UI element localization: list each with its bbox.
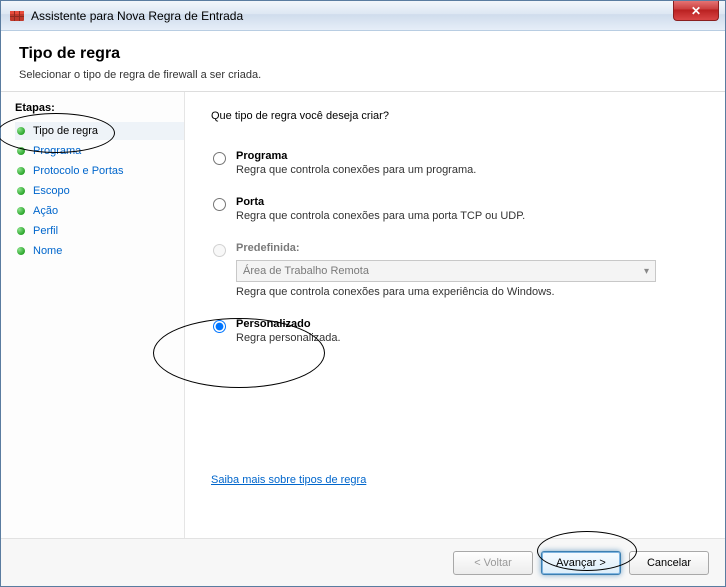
step-label: Tipo de regra (33, 125, 98, 137)
option-title: Programa (236, 150, 705, 162)
radio-predefined[interactable] (213, 244, 226, 257)
close-button[interactable]: ✕ (673, 1, 719, 21)
step-label: Escopo (33, 185, 70, 197)
option-desc: Regra que controla conexões para uma exp… (236, 286, 705, 298)
firewall-icon (9, 8, 25, 24)
step-label: Protocolo e Portas (33, 165, 124, 177)
bullet-icon (17, 187, 25, 195)
back-button: < Voltar (453, 551, 533, 575)
option-desc: Regra que controla conexões para um prog… (236, 164, 705, 176)
step-protocolo-e-portas[interactable]: Protocolo e Portas (15, 162, 184, 180)
step-nome[interactable]: Nome (15, 242, 184, 260)
option-custom[interactable]: Personalizado Regra personalizada. (211, 318, 705, 344)
step-escopo[interactable]: Escopo (15, 182, 184, 200)
bullet-icon (17, 167, 25, 175)
step-programa[interactable]: Programa (15, 142, 184, 160)
option-title: Porta (236, 196, 705, 208)
step-tipo-de-regra[interactable]: Tipo de regra (15, 122, 184, 140)
steps-sidebar: Etapas: Tipo de regra Programa Protocolo… (1, 92, 185, 538)
bullet-icon (17, 207, 25, 215)
option-desc: Regra personalizada. (236, 332, 705, 344)
chevron-down-icon: ▾ (644, 266, 649, 277)
page-header: Tipo de regra Selecionar o tipo de regra… (1, 31, 725, 92)
main-panel: Que tipo de regra você deseja criar? Pro… (185, 92, 725, 538)
option-program[interactable]: Programa Regra que controla conexões par… (211, 150, 705, 176)
wizard-window: Assistente para Nova Regra de Entrada ✕ … (0, 0, 726, 587)
option-desc: Regra que controla conexões para uma por… (236, 210, 705, 222)
page-title: Tipo de regra (19, 45, 707, 63)
window-title: Assistente para Nova Regra de Entrada (31, 9, 673, 23)
radio-custom[interactable] (213, 320, 226, 333)
bullet-icon (17, 247, 25, 255)
page-subtitle: Selecionar o tipo de regra de firewall a… (19, 69, 707, 81)
wizard-body: Etapas: Tipo de regra Programa Protocolo… (1, 92, 725, 538)
predefined-select: Área de Trabalho Remota ▾ (236, 260, 656, 282)
option-title: Personalizado (236, 318, 705, 330)
learn-more-link[interactable]: Saiba mais sobre tipos de regra (211, 474, 705, 486)
next-button[interactable]: Avançar > (541, 551, 621, 575)
step-label: Nome (33, 245, 62, 257)
step-label: Perfil (33, 225, 58, 237)
steps-heading: Etapas: (15, 102, 184, 114)
radio-port[interactable] (213, 198, 226, 211)
option-predefined[interactable]: Predefinida: Área de Trabalho Remota ▾ R… (211, 242, 705, 298)
steps-list: Tipo de regra Programa Protocolo e Porta… (15, 122, 184, 260)
option-port[interactable]: Porta Regra que controla conexões para u… (211, 196, 705, 222)
rule-type-options: Programa Regra que controla conexões par… (211, 150, 705, 344)
option-title: Predefinida: (236, 242, 705, 254)
wizard-footer: < Voltar Avançar > Cancelar (1, 538, 725, 586)
step-perfil[interactable]: Perfil (15, 222, 184, 240)
rule-type-prompt: Que tipo de regra você deseja criar? (211, 110, 705, 122)
cancel-button[interactable]: Cancelar (629, 551, 709, 575)
step-acao[interactable]: Ação (15, 202, 184, 220)
titlebar: Assistente para Nova Regra de Entrada ✕ (1, 1, 725, 31)
step-label: Ação (33, 205, 58, 217)
step-label: Programa (33, 145, 81, 157)
bullet-icon (17, 127, 25, 135)
close-icon: ✕ (691, 4, 701, 18)
bullet-icon (17, 227, 25, 235)
radio-program[interactable] (213, 152, 226, 165)
bullet-icon (17, 147, 25, 155)
predefined-select-value: Área de Trabalho Remota (243, 265, 369, 277)
